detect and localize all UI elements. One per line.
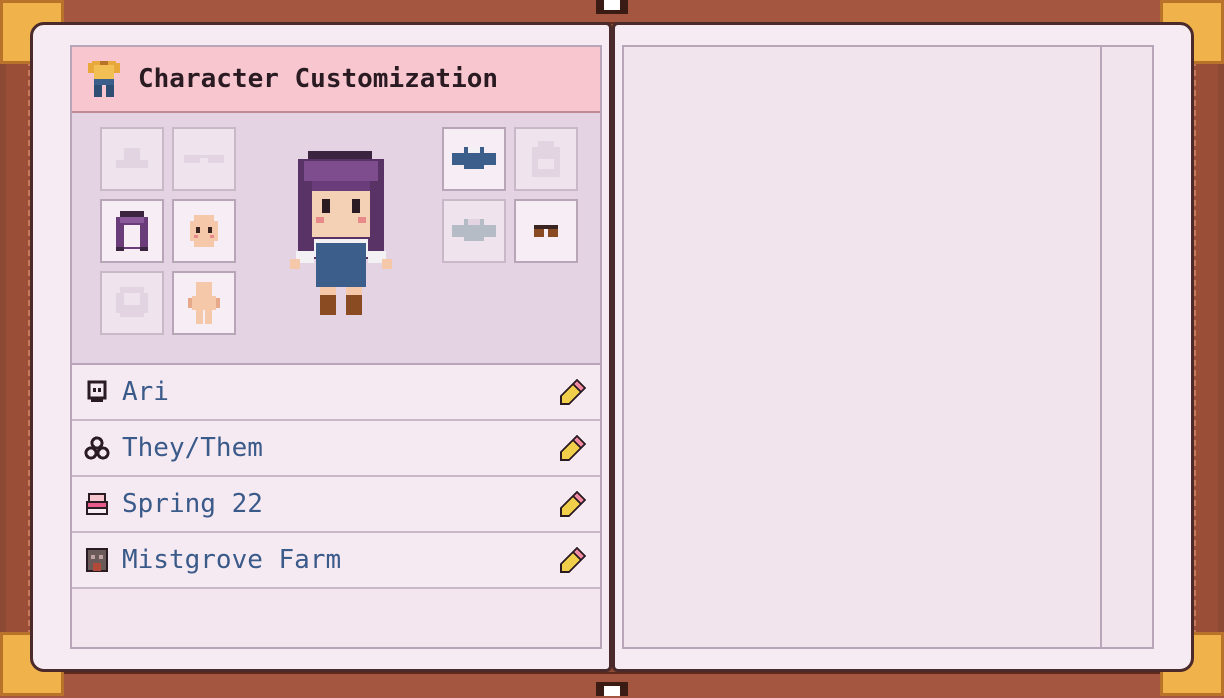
person-icon <box>84 379 110 405</box>
barn-icon <box>84 547 110 573</box>
pencil-icon[interactable] <box>558 545 588 575</box>
body-icon <box>188 282 220 324</box>
shoes-icon <box>534 225 558 237</box>
slot-hat[interactable] <box>100 127 164 191</box>
spine-bookmark-top <box>604 0 620 10</box>
field-farm-value: Mistgrove Farm <box>122 545 342 575</box>
beard-icon <box>116 287 148 317</box>
slot-glasses[interactable] <box>172 127 236 191</box>
glasses-icon <box>184 155 224 163</box>
customization-panel: Character Customization Ari They/Them Sp… <box>70 45 602 649</box>
field-birthday-row[interactable]: Spring 22 <box>72 477 600 533</box>
pencil-icon[interactable] <box>558 377 588 407</box>
page-title: Character Customization <box>138 64 499 94</box>
right-page-panel <box>622 45 1154 649</box>
shirt-icon <box>452 147 496 169</box>
slot-shoes[interactable] <box>514 199 578 263</box>
journal-book: Character Customization Ari They/Them Sp… <box>0 0 1224 698</box>
face-icon <box>190 215 218 247</box>
field-name-value: Ari <box>122 377 169 407</box>
cover-left-stitching <box>6 60 30 636</box>
title-bar: Character Customization <box>72 47 600 113</box>
character-sprite <box>286 147 396 317</box>
slot-face[interactable] <box>172 199 236 263</box>
slot-outer-top[interactable] <box>442 199 506 263</box>
cake-icon <box>84 491 110 517</box>
right-page-scroll-column <box>1100 47 1152 647</box>
jacket-icon <box>452 219 496 241</box>
pencil-icon[interactable] <box>558 433 588 463</box>
spine-bookmark-bottom <box>604 686 620 696</box>
field-name-row[interactable]: Ari <box>72 365 600 421</box>
pencil-icon[interactable] <box>558 489 588 519</box>
slot-beard[interactable] <box>100 271 164 335</box>
backpack-icon <box>532 141 560 177</box>
character-preview-area <box>72 113 600 365</box>
field-farm-row[interactable]: Mistgrove Farm <box>72 533 600 589</box>
slot-body[interactable] <box>172 271 236 335</box>
hair-icon <box>116 211 148 251</box>
field-birthday-value: Spring 22 <box>122 489 263 519</box>
slot-top[interactable] <box>442 127 506 191</box>
shirt-pants-icon <box>88 59 120 99</box>
slot-backpack[interactable] <box>514 127 578 191</box>
slot-hair[interactable] <box>100 199 164 263</box>
cover-right-stitching <box>1194 60 1218 636</box>
hat-icon <box>116 148 148 168</box>
pronouns-icon <box>84 435 110 461</box>
field-pronouns-row[interactable]: They/Them <box>72 421 600 477</box>
field-pronouns-value: They/Them <box>122 433 263 463</box>
